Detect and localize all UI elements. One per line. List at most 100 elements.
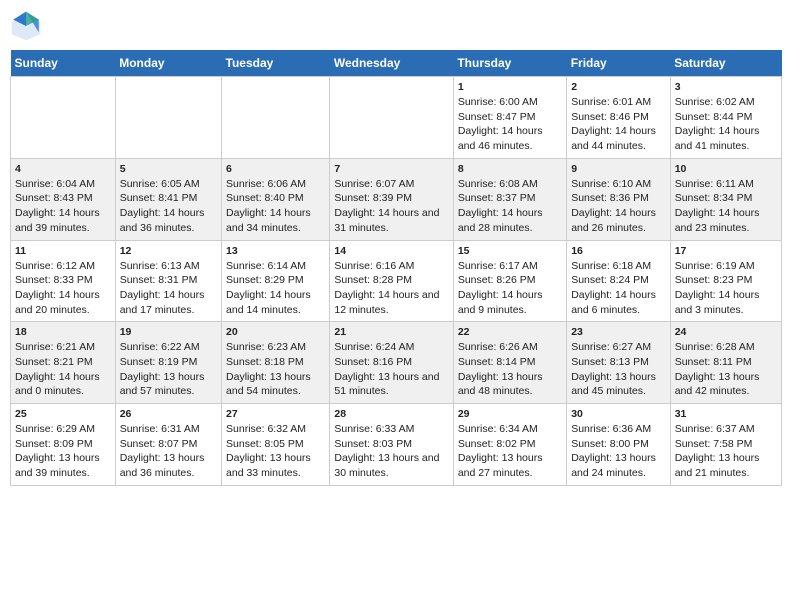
day-number: 23 [571,326,666,338]
day-number: 21 [334,326,448,338]
day-content: Sunrise: 6:01 AM Sunset: 8:46 PM Dayligh… [571,95,666,154]
calendar-week-1: 1Sunrise: 6:00 AM Sunset: 8:47 PM Daylig… [11,77,782,159]
day-content: Sunrise: 6:02 AM Sunset: 8:44 PM Dayligh… [675,95,777,154]
day-number: 27 [226,408,325,420]
day-number: 6 [226,163,325,175]
calendar-week-5: 25 Sunrise: 6:29 AM Sunset: 8:09 PM Dayli… [11,404,782,486]
day-content: Sunrise: 6:21 AM Sunset: 8:21 PM Dayligh… [15,340,111,399]
day-number: 20 [226,326,325,338]
day-number: 13 [226,245,325,257]
calendar-cell: 12 Sunrise: 6:13 AM Sunset: 8:31 PM Dayli… [115,240,221,322]
calendar-cell: 19 Sunrise: 6:22 AM Sunset: 8:19 PM Dayli… [115,322,221,404]
day-content: Sunrise: 6:28 AM Sunset: 8:11 PM Dayligh… [675,340,777,399]
calendar-cell [330,77,453,159]
day-content: Sunrise: 6:13 AM Sunset: 8:31 PM Dayligh… [120,259,217,318]
calendar-cell: 4 Sunrise: 6:04 AM Sunset: 8:43 PM Daylig… [11,158,116,240]
calendar-cell: 11 Sunrise: 6:12 AM Sunset: 8:33 PM Dayli… [11,240,116,322]
day-content: Sunrise: 6:29 AM Sunset: 8:09 PM Dayligh… [15,422,111,481]
day-number: 19 [120,326,217,338]
weekday-header-friday: Friday [567,50,671,77]
day-content: Sunrise: 6:17 AM Sunset: 8:26 PM Dayligh… [458,259,562,318]
weekday-header-monday: Monday [115,50,221,77]
day-number: 28 [334,408,448,420]
calendar-cell: 27 Sunrise: 6:32 AM Sunset: 8:05 PM Dayli… [222,404,330,486]
day-number: 22 [458,326,562,338]
day-content: Sunrise: 6:12 AM Sunset: 8:33 PM Dayligh… [15,259,111,318]
day-number: 8 [458,163,562,175]
day-number: 18 [15,326,111,338]
calendar-cell: 26 Sunrise: 6:31 AM Sunset: 8:07 PM Dayli… [115,404,221,486]
calendar-cell: 16Sunrise: 6:18 AM Sunset: 8:24 PM Dayli… [567,240,671,322]
page-header [10,10,782,42]
calendar-cell: 8 Sunrise: 6:08 AM Sunset: 8:37 PM Daylig… [453,158,566,240]
calendar-cell: 31 Sunrise: 6:37 AM Sunset: 7:58 PM Dayli… [670,404,781,486]
day-number: 30 [571,408,666,420]
calendar-cell: 2Sunrise: 6:01 AM Sunset: 8:46 PM Daylig… [567,77,671,159]
calendar-cell: 13 Sunrise: 6:14 AM Sunset: 8:29 PM Dayli… [222,240,330,322]
day-content: Sunrise: 6:23 AM Sunset: 8:18 PM Dayligh… [226,340,325,399]
day-number: 10 [675,163,777,175]
day-content: Sunrise: 6:06 AM Sunset: 8:40 PM Dayligh… [226,177,325,236]
day-number: 5 [120,163,217,175]
day-number: 3 [675,81,777,93]
calendar-header: SundayMondayTuesdayWednesdayThursdayFrid… [11,50,782,77]
day-content: Sunrise: 6:22 AM Sunset: 8:19 PM Dayligh… [120,340,217,399]
day-content: Sunrise: 6:04 AM Sunset: 8:43 PM Dayligh… [15,177,111,236]
day-content: Sunrise: 6:11 AM Sunset: 8:34 PM Dayligh… [675,177,777,236]
calendar-cell: 9 Sunrise: 6:10 AM Sunset: 8:36 PM Daylig… [567,158,671,240]
calendar-cell: 7Sunrise: 6:07 AM Sunset: 8:39 PM Daylig… [330,158,453,240]
day-content: Sunrise: 6:14 AM Sunset: 8:29 PM Dayligh… [226,259,325,318]
logo [10,10,46,42]
day-number: 25 [15,408,111,420]
day-content: Sunrise: 6:05 AM Sunset: 8:41 PM Dayligh… [120,177,217,236]
day-number: 12 [120,245,217,257]
calendar-cell: 5 Sunrise: 6:05 AM Sunset: 8:41 PM Daylig… [115,158,221,240]
day-content: Sunrise: 6:16 AM Sunset: 8:28 PM Dayligh… [334,259,448,318]
calendar-cell: 29 Sunrise: 6:34 AM Sunset: 8:02 PM Dayli… [453,404,566,486]
day-number: 31 [675,408,777,420]
calendar-cell: 17 Sunrise: 6:19 AM Sunset: 8:23 PM Dayli… [670,240,781,322]
calendar-cell: 25 Sunrise: 6:29 AM Sunset: 8:09 PM Dayli… [11,404,116,486]
day-number: 15 [458,245,562,257]
calendar-week-2: 4 Sunrise: 6:04 AM Sunset: 8:43 PM Daylig… [11,158,782,240]
calendar-cell: 24 Sunrise: 6:28 AM Sunset: 8:11 PM Dayli… [670,322,781,404]
day-content: Sunrise: 6:37 AM Sunset: 7:58 PM Dayligh… [675,422,777,481]
day-content: Sunrise: 6:26 AM Sunset: 8:14 PM Dayligh… [458,340,562,399]
day-number: 26 [120,408,217,420]
weekday-header-tuesday: Tuesday [222,50,330,77]
day-content: Sunrise: 6:07 AM Sunset: 8:39 PM Dayligh… [334,177,448,236]
calendar-cell: 1Sunrise: 6:00 AM Sunset: 8:47 PM Daylig… [453,77,566,159]
logo-icon [10,10,42,42]
day-content: Sunrise: 6:10 AM Sunset: 8:36 PM Dayligh… [571,177,666,236]
weekday-header-wednesday: Wednesday [330,50,453,77]
calendar-week-3: 11 Sunrise: 6:12 AM Sunset: 8:33 PM Dayli… [11,240,782,322]
weekday-header-sunday: Sunday [11,50,116,77]
calendar-cell: 18 Sunrise: 6:21 AM Sunset: 8:21 PM Dayli… [11,322,116,404]
calendar-cell: 10 Sunrise: 6:11 AM Sunset: 8:34 PM Dayli… [670,158,781,240]
day-content: Sunrise: 6:08 AM Sunset: 8:37 PM Dayligh… [458,177,562,236]
calendar-cell: 22 Sunrise: 6:26 AM Sunset: 8:14 PM Dayli… [453,322,566,404]
calendar-cell [115,77,221,159]
day-content: Sunrise: 6:18 AM Sunset: 8:24 PM Dayligh… [571,259,666,318]
day-number: 14 [334,245,448,257]
calendar-table: SundayMondayTuesdayWednesdayThursdayFrid… [10,50,782,486]
calendar-body: 1Sunrise: 6:00 AM Sunset: 8:47 PM Daylig… [11,77,782,486]
day-number: 29 [458,408,562,420]
day-number: 4 [15,163,111,175]
day-content: Sunrise: 6:33 AM Sunset: 8:03 PM Dayligh… [334,422,448,481]
day-content: Sunrise: 6:19 AM Sunset: 8:23 PM Dayligh… [675,259,777,318]
day-number: 11 [15,245,111,257]
weekday-header-thursday: Thursday [453,50,566,77]
calendar-week-4: 18 Sunrise: 6:21 AM Sunset: 8:21 PM Dayli… [11,322,782,404]
day-number: 17 [675,245,777,257]
day-content: Sunrise: 6:34 AM Sunset: 8:02 PM Dayligh… [458,422,562,481]
day-content: Sunrise: 6:31 AM Sunset: 8:07 PM Dayligh… [120,422,217,481]
day-content: Sunrise: 6:32 AM Sunset: 8:05 PM Dayligh… [226,422,325,481]
calendar-cell: 15 Sunrise: 6:17 AM Sunset: 8:26 PM Dayli… [453,240,566,322]
calendar-cell: 21Sunrise: 6:24 AM Sunset: 8:16 PM Dayli… [330,322,453,404]
day-number: 24 [675,326,777,338]
day-number: 9 [571,163,666,175]
day-content: Sunrise: 6:00 AM Sunset: 8:47 PM Dayligh… [458,95,562,154]
calendar-cell: 6 Sunrise: 6:06 AM Sunset: 8:40 PM Daylig… [222,158,330,240]
calendar-cell: 14 Sunrise: 6:16 AM Sunset: 8:28 PM Dayli… [330,240,453,322]
